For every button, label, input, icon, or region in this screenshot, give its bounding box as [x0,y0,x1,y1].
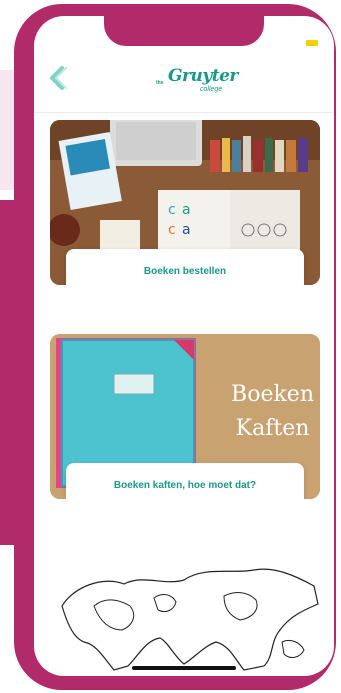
logo-name: Gruyter [168,66,238,86]
card-label[interactable]: Boeken bestellen [66,249,304,285]
card-cover-books[interactable]: Boeken Kaften Boeken kaften, hoe moet da… [50,334,320,499]
home-indicator[interactable] [132,666,236,670]
svg-text:c: c [168,202,176,218]
back-button[interactable] [42,60,74,96]
svg-text:a: a [182,222,191,238]
chevron-left-icon [50,66,67,90]
world-map-image [61,568,319,671]
status-indicator [306,40,318,46]
overlay-line: Kaften [235,416,310,441]
card-label[interactable]: Boeken kaften, hoe moet dat? [66,463,304,499]
logo-prefix: the [156,80,164,86]
app-screen: the Gruyter college c a c a Boeken beste… [34,16,334,676]
svg-text:c: c [168,222,176,238]
overlay-line: Boeken [231,382,314,407]
overlay-title: Boeken Kaften [231,378,314,446]
logo-subtitle: college [200,86,223,93]
svg-text:a: a [182,202,191,218]
notch [104,16,264,46]
app-header: the Gruyter college [34,54,334,113]
card-order-books[interactable]: c a c a Boeken bestellen [50,120,320,285]
app-logo: the Gruyter college [144,64,244,96]
